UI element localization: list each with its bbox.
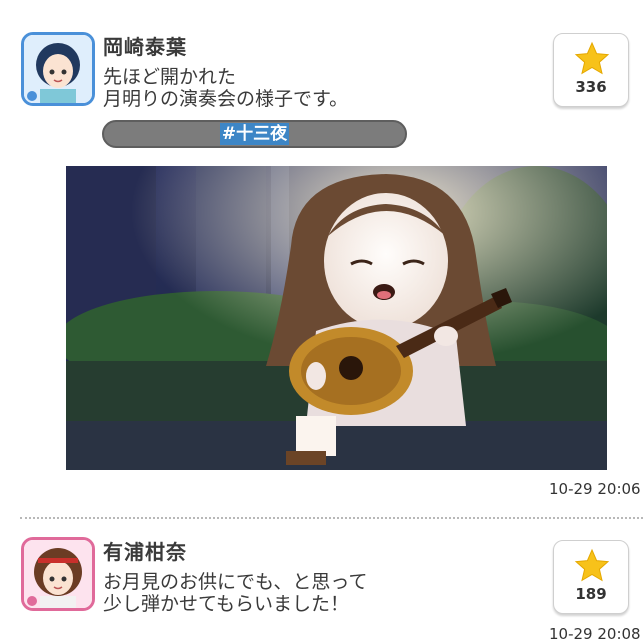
author-name[interactable]: 岡崎泰葉 [103, 31, 187, 60]
avatar[interactable] [21, 32, 95, 106]
like-button[interactable]: 336 [553, 33, 629, 107]
post-timestamp: 10-29 20:06 [549, 480, 641, 498]
star-icon [574, 41, 610, 75]
post-text: お月見のお供にでも、と思って 少し弾かせてもらいました！ [103, 571, 367, 615]
author-name[interactable]: 有浦柑奈 [103, 536, 187, 565]
post-text-line: お月見のお供にでも、と思って [103, 571, 368, 593]
post: 有浦柑奈 お月見のお供にでも、と思って 少し弾かせてもらいました！ 189 10… [0, 517, 643, 643]
post: 岡崎泰葉 先ほど開かれた 月明りの演奏会の様子です。 #十三夜 336 10-2… [0, 0, 643, 517]
post-text-line: 月明りの演奏会の様子です。 [103, 88, 349, 110]
like-count: 189 [575, 585, 607, 603]
like-count: 336 [575, 78, 607, 96]
post-image[interactable] [66, 166, 607, 470]
star-icon [574, 548, 610, 582]
hashtag-label: #十三夜 [219, 123, 290, 145]
avatar[interactable] [21, 537, 95, 611]
post-timestamp: 10-29 20:08 [549, 625, 641, 643]
hashtag-tag[interactable]: #十三夜 [102, 120, 407, 148]
like-button[interactable]: 189 [553, 540, 629, 614]
post-text-line: 先ほど開かれた [103, 66, 237, 88]
post-text: 先ほど開かれた 月明りの演奏会の様子です。 [103, 66, 348, 110]
post-text-line: 少し弾かせてもらいました！ [103, 593, 350, 615]
